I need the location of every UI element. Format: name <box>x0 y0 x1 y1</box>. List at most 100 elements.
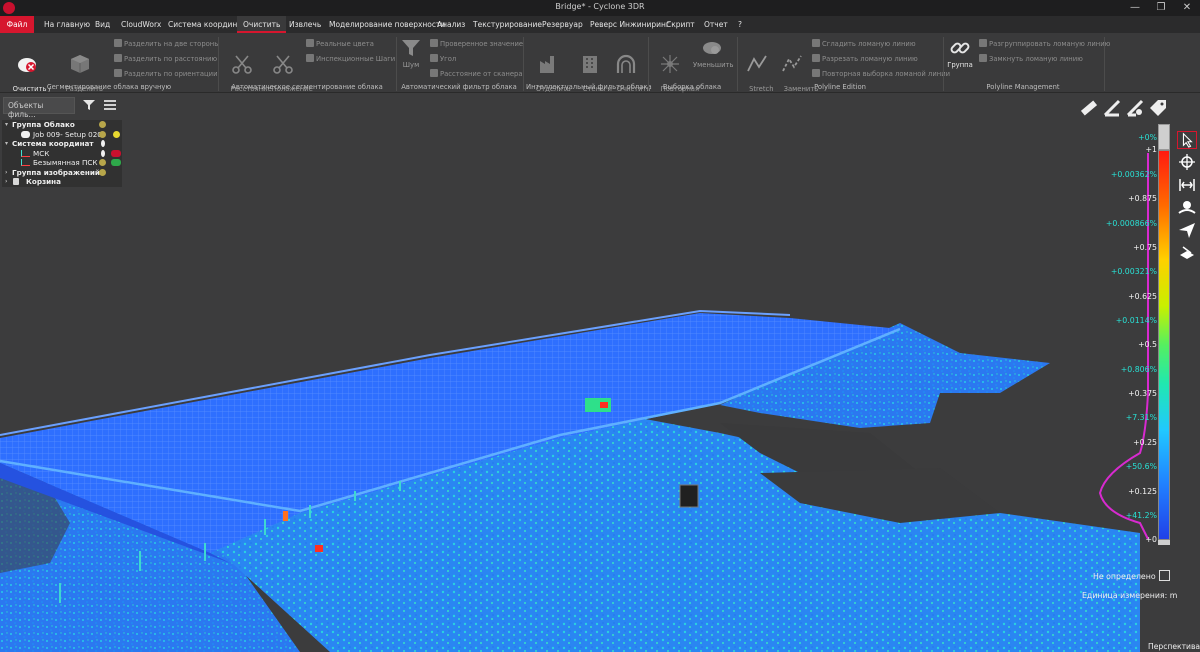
tree-item-label: Группа изображений <box>12 167 100 177</box>
maximize-button[interactable]: ❐ <box>1148 0 1174 16</box>
user-view-icon[interactable] <box>1177 199 1197 217</box>
smooth-polyline-button[interactable]: Сгладить ломаную линию <box>812 39 916 49</box>
menu-extract[interactable]: Извлечь <box>283 16 327 33</box>
checked-value-button[interactable]: Проверенное значение <box>430 39 523 49</box>
measure-angle-icon[interactable] <box>1101 97 1123 119</box>
label-tag-icon[interactable] <box>1147 97 1169 119</box>
lightbulb-icon[interactable] <box>101 149 105 157</box>
polyline-small-icon <box>812 69 820 77</box>
color-scale-bar[interactable] <box>1158 150 1170 540</box>
split-icon <box>114 54 122 62</box>
expand-caret-icon[interactable]: › <box>5 168 7 178</box>
legend-label: +0.25 <box>1133 438 1157 447</box>
ungroup-polyline-label: Разгруппировать ломаную линию <box>989 40 1111 48</box>
menu-script[interactable]: Скрипт <box>660 16 701 33</box>
send-arrow-icon[interactable] <box>1177 221 1197 239</box>
minimize-button[interactable]: — <box>1122 0 1148 16</box>
close-polyline-button[interactable]: Замкнуть ломаную линию <box>979 54 1083 64</box>
menu-report[interactable]: Отчет <box>698 16 734 33</box>
menu-icon[interactable] <box>103 98 117 112</box>
cut-polyline-button[interactable]: Разрезать ломаную линию <box>812 54 918 64</box>
visibility-icon[interactable] <box>99 130 106 138</box>
hotspot-red <box>315 545 323 552</box>
undefined-label: Не определено <box>1093 572 1156 581</box>
tunnel-icon <box>616 54 636 73</box>
undefined-color-swatch[interactable] <box>1159 570 1170 581</box>
checked-value-label: Проверенное значение <box>440 40 524 48</box>
ribbon-separator <box>396 37 397 91</box>
measure-angle-alt-icon[interactable] <box>1124 97 1146 119</box>
expand-caret-icon[interactable]: ▾ <box>5 120 8 130</box>
group-label-manual: Сегментирование облака вручную <box>46 83 172 91</box>
legend-label: +0.806% <box>1120 365 1157 374</box>
lightbulb-icon[interactable] <box>101 140 105 147</box>
resample-polyline-label: Повторная выборка ломаной линии <box>822 70 951 78</box>
3d-viewport[interactable]: Объекты филь... ▾ Группа Облако Job 009-… <box>0 93 1200 652</box>
legend-label: +0.625 <box>1128 292 1157 301</box>
menu-cloudworx[interactable]: CloudWorx <box>115 16 167 33</box>
scan-steps-button[interactable]: Инспекционные Шаги <box>306 54 395 64</box>
tree-item-label: Система координат <box>12 139 94 148</box>
tree-item-coordinate-system[interactable]: ▾ Система координат <box>2 139 122 149</box>
tree-item-trash[interactable]: › Корзина <box>2 177 122 187</box>
color-dot-icon[interactable] <box>113 130 120 138</box>
split-distance-label: Разделить по расстоянию <box>124 55 218 63</box>
group-label-cloud-selection: Выборка облака <box>662 83 722 91</box>
group-label-auto-filter: Автоматический фильтр облака <box>401 83 517 91</box>
menu-clean[interactable]: Очистить <box>237 16 287 33</box>
expand-caret-icon[interactable]: › <box>5 177 7 187</box>
menu-tank[interactable]: Резервуар <box>536 16 589 33</box>
funnel-small-icon <box>430 39 438 47</box>
close-button[interactable]: ✕ <box>1174 0 1200 16</box>
ribbon-separator <box>523 37 524 91</box>
expand-caret-icon[interactable]: ▾ <box>5 139 8 149</box>
projection-label[interactable]: Перспектива <box>1148 642 1200 651</box>
point-cloud-scene[interactable] <box>0 93 1200 652</box>
move-crosshair-icon[interactable] <box>1177 153 1197 171</box>
distance-button[interactable]: Расстояние <box>222 37 272 101</box>
tree-item-job[interactable]: Job 009- Setup 020 <box>2 130 122 140</box>
angle-label: Угол <box>440 55 457 63</box>
reduce-button[interactable]: Уменьшить <box>693 37 734 69</box>
object-filter-input[interactable]: Объекты филь... <box>3 97 75 119</box>
funnel-small-icon <box>430 54 438 62</box>
visibility-icon[interactable] <box>99 159 106 166</box>
filter-icon[interactable] <box>82 98 96 112</box>
split-orientation-button[interactable]: Разделить по ориентации <box>114 69 218 79</box>
tree-item-cloud-group[interactable]: ▾ Группа Облако <box>2 120 122 130</box>
group-label-auto-segmentation: Автоматическое сегментирование облака <box>231 83 383 91</box>
clip-box-icon[interactable] <box>1177 243 1197 261</box>
select-cursor-icon[interactable] <box>1177 131 1197 149</box>
tree-item-unnamed-ucs[interactable]: Безымянная ПСК <box>2 158 122 168</box>
fit-view-icon[interactable] <box>1177 176 1197 194</box>
toggle-off-icon[interactable] <box>111 149 121 157</box>
axes-icon <box>21 149 30 157</box>
visibility-icon[interactable] <box>99 168 106 176</box>
legend-label: +0.00321% <box>1110 267 1157 276</box>
scan-steps-label: Инспекционные Шаги <box>316 55 396 63</box>
toggle-on-icon[interactable] <box>111 159 121 166</box>
noise-button[interactable]: Шум <box>399 37 423 69</box>
split-orientation-label: Разделить по ориентации <box>124 70 218 78</box>
link-small-icon <box>979 39 987 47</box>
cut-polyline-label: Разрезать ломаную линию <box>822 55 918 63</box>
tree-item-image-group[interactable]: › Группа изображений <box>2 168 122 178</box>
split-two-sides-button[interactable]: Разделить на две стороны <box>114 39 220 49</box>
menu-help[interactable]: ? <box>732 16 748 33</box>
menu-view[interactable]: Вид <box>89 16 116 33</box>
menu-home[interactable]: На главную <box>38 16 96 33</box>
split-icon <box>114 39 122 47</box>
ungroup-polyline-button[interactable]: Разгруппировать ломаную линию <box>979 39 1110 49</box>
scanner-distance-button[interactable]: Расстояние от сканера <box>430 69 523 79</box>
tree-item-msk[interactable]: МСК <box>2 149 122 159</box>
angle-button[interactable]: Угол <box>430 54 456 64</box>
menu-file[interactable]: Файл <box>0 16 34 33</box>
legend-label: +0.0114% <box>1115 316 1157 325</box>
measure-ruler-icon[interactable] <box>1078 97 1100 119</box>
split-distance-button[interactable]: Разделить по расстоянию <box>114 54 217 64</box>
group-button[interactable]: Группа <box>946 37 974 69</box>
menu-analysis[interactable]: Анализ <box>431 16 471 33</box>
resample-polyline-button[interactable]: Повторная выборка ломаной линии <box>812 69 950 79</box>
visibility-icon[interactable] <box>99 121 106 128</box>
real-colors-button[interactable]: Реальные цвета <box>306 39 374 49</box>
